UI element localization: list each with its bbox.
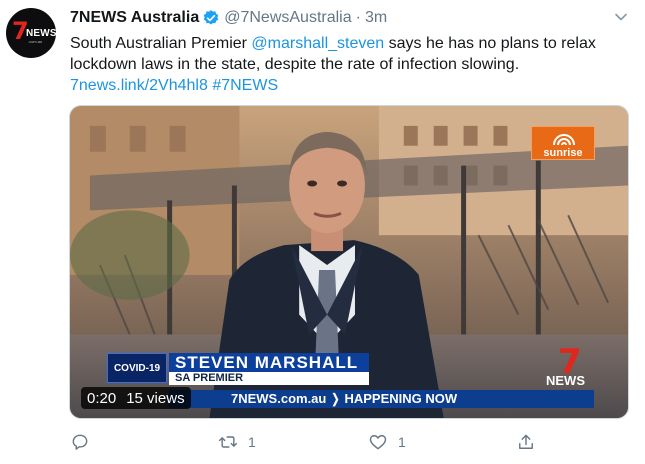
handle[interactable]: @7NewsAustralia (224, 9, 351, 27)
heart-icon (369, 435, 387, 450)
reply-icon (72, 434, 88, 450)
sunrise-label: sunrise (543, 147, 583, 159)
like-button[interactable]: 1 (368, 430, 406, 454)
lower-third-name: STEVEN MARSHALL (169, 353, 369, 372)
channel-7news-logo: 7 NEWS (546, 342, 596, 388)
retweet-icon (218, 436, 238, 448)
hashtag-link[interactable]: #7NEWS (212, 77, 278, 94)
avatar-logo-news: NEWS (26, 28, 56, 39)
tweet-text-part: South Australian Premier (70, 35, 252, 52)
sunrise-logo: sunrise (531, 126, 595, 160)
lower-third-title: SA PREMIER (169, 372, 369, 385)
like-count: 1 (398, 434, 406, 450)
video-duration: 0:20 (87, 389, 117, 407)
timestamp[interactable]: 3m (365, 9, 387, 27)
mention-link[interactable]: @marshall_steven (251, 35, 384, 52)
display-name[interactable]: 7NEWS Australia (70, 9, 199, 27)
reply-button[interactable] (70, 430, 100, 454)
tweet-header: 7NEWS Australia @7NewsAustralia · 3m (70, 7, 387, 29)
share-button[interactable] (516, 430, 546, 454)
short-link[interactable]: 7news.link/2Vh4hl8 (70, 77, 208, 94)
covid-badge: COVID-19 (107, 353, 167, 383)
separator-dot: · (355, 9, 361, 26)
tweet[interactable]: 7 NEWS .com.au 7NEWS Australia @7NewsAus… (0, 0, 645, 464)
share-icon (519, 434, 533, 449)
retweet-button[interactable]: 1 (218, 430, 256, 454)
verified-badge-icon (203, 10, 219, 25)
sun-icon (553, 134, 575, 146)
video-duration-badge: 0:20 15 views (81, 387, 191, 409)
view-count: 15 views (126, 389, 185, 407)
action-bar: 1 1 (70, 430, 540, 454)
news-ticker: 7NEWS.com.au ❭ HAPPENING NOW (169, 390, 594, 408)
avatar[interactable]: 7 NEWS .com.au (6, 8, 56, 58)
chevron-down-icon[interactable] (614, 10, 628, 24)
avatar-logo-sub: .com.au (28, 39, 43, 44)
retweet-count: 1 (248, 434, 256, 450)
channel-logo-news: NEWS (546, 373, 585, 388)
video-player[interactable]: sunrise COVID-19 STEVEN MARSHALL SA PREM… (69, 105, 629, 419)
tweet-text: South Australian Premier @marshall_steve… (70, 33, 630, 96)
